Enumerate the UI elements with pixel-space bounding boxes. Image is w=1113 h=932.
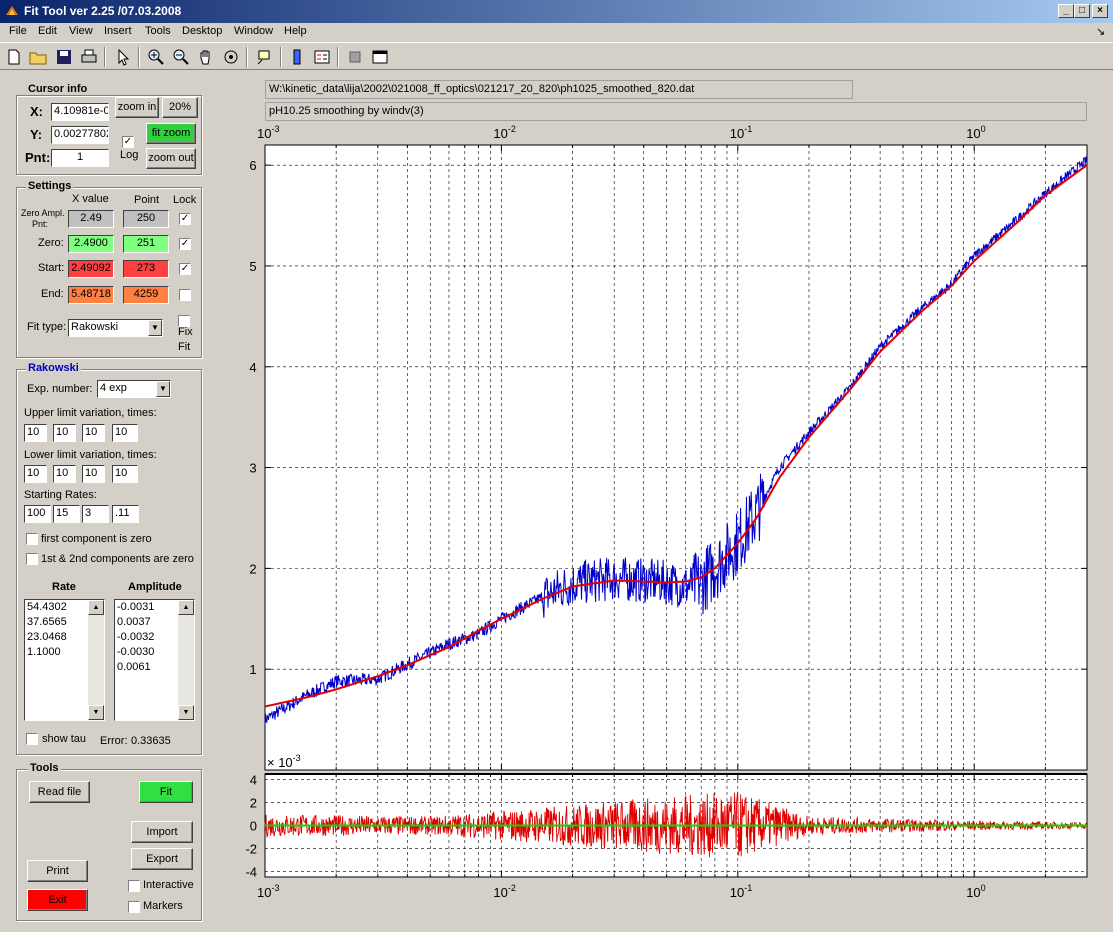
residual-x-tick-label: 10-1 [730,883,752,900]
residual-x-tick-label: 10-2 [493,883,515,900]
residual-x-tick-label: 100 [966,883,985,900]
main-y-tick-label: 2 [249,561,256,576]
residual-y-tick-label: 0 [250,819,257,834]
main-x-tick-label: 10-2 [493,124,515,141]
main-x-tick-label: 100 [966,124,985,141]
main-x-tick-label: 10-1 [730,124,752,141]
main-plot-area[interactable]: 1 2 3 4 5 6 10-3 10-2 10-1 100 [249,124,1088,771]
residual-y-tick-label: 4 [250,773,257,788]
residual-y-tick-label: 2 [250,796,257,811]
residual-plot-area[interactable]: 420-2-410-3 10-2 10-1 100× 10-3 [245,753,1088,900]
residual-y-tick-label: -4 [245,864,257,879]
residual-x-tick-label: 10-3 [257,883,279,900]
main-y-tick-label: 4 [249,360,256,375]
main-y-tick-label: 6 [249,158,256,173]
main-y-tick-label: 1 [249,662,256,677]
main-x-tick-label: 10-3 [257,124,279,141]
residual-y-tick-label: -2 [245,841,257,856]
main-y-tick-label: 3 [249,461,256,476]
main-y-tick-label: 5 [249,259,256,274]
fit-plot[interactable]: 12345610-3 10-2 10-1 100 420-2-410-3 10-2 10-… [0,0,1113,932]
